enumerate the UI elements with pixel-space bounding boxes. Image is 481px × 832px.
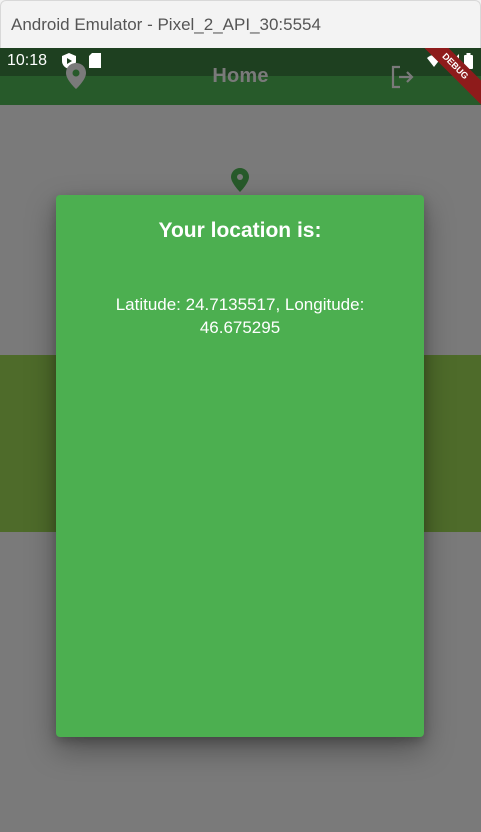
map-marker-icon bbox=[231, 168, 249, 197]
location-dialog[interactable]: Your location is: Latitude: 24.7135517, … bbox=[56, 195, 424, 737]
emulator-title: Android Emulator - Pixel_2_API_30:5554 bbox=[11, 15, 321, 34]
emulator-title-bar: Android Emulator - Pixel_2_API_30:5554 bbox=[0, 0, 481, 48]
logout-icon[interactable] bbox=[390, 65, 416, 94]
dialog-message: Latitude: 24.7135517, Longitude: 46.6752… bbox=[115, 295, 365, 337]
dialog-title: Your location is: bbox=[158, 219, 322, 242]
device-screen: 10:18 Home DEBUG Your location is: Latit… bbox=[0, 48, 481, 832]
